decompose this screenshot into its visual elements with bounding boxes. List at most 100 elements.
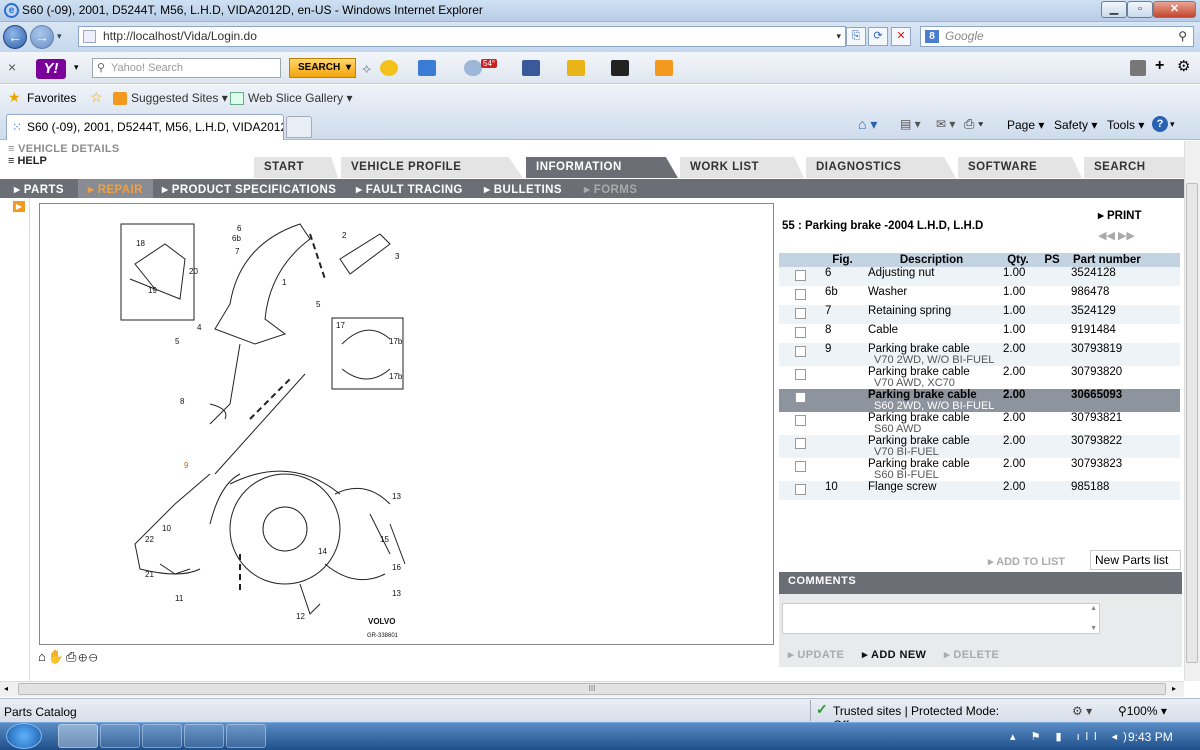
row-checkbox[interactable] (794, 369, 806, 380)
maximize-button[interactable]: ▫ (1127, 1, 1153, 18)
scroll-left-icon[interactable]: ◂ (4, 684, 8, 693)
read-mail-icon[interactable]: ✉ ▾ (936, 117, 955, 131)
row-checkbox[interactable] (794, 415, 806, 426)
row-checkbox[interactable] (794, 438, 806, 449)
facebook-icon[interactable] (522, 60, 540, 76)
stop-icon[interactable]: ✕ (891, 27, 911, 46)
print-diagram-icon[interactable]: ⎙ (66, 649, 78, 664)
table-row[interactable]: 6 Adjusting nut 1.00 3524128 (779, 267, 1180, 286)
toolbar-close-icon[interactable]: × (8, 59, 16, 75)
taskbar-chrome-icon[interactable] (184, 724, 224, 748)
mail-icon[interactable] (418, 60, 436, 76)
table-row[interactable]: Parking brake cable S60 BI-FUEL 2.00 307938… (779, 458, 1180, 481)
back-button[interactable]: ← (3, 25, 27, 49)
comments-scroll-down-icon[interactable]: ▼ (1090, 625, 1097, 632)
subtab-fault-tracing[interactable]: FAULT TRACING (356, 182, 463, 196)
help-dropdown-icon[interactable]: ▾ (1170, 119, 1175, 130)
help-link[interactable]: ≡ HELP (8, 155, 47, 167)
table-row[interactable]: 9 Parking brake cable V70 2WD, W/O BI-FUEL… (779, 343, 1180, 366)
yahoo-search-dropdown-icon[interactable]: ▾ (346, 59, 351, 77)
table-row[interactable]: 8 Cable 1.00 9191484 (779, 324, 1180, 343)
zoom-level[interactable]: ⚲100% ▾ (1118, 704, 1167, 718)
table-row[interactable]: 6b Washer 1.00 986478 (779, 286, 1180, 305)
puzzle-icon[interactable] (655, 60, 673, 76)
forward-button[interactable]: → (30, 25, 54, 49)
ebay-icon[interactable] (611, 60, 629, 76)
horizontal-scroll-thumb[interactable]: III (18, 683, 1166, 695)
add-icon[interactable]: + (1155, 57, 1164, 75)
start-button[interactable] (6, 723, 42, 749)
row-checkbox[interactable] (794, 346, 806, 357)
vertical-scroll-thumb[interactable] (1186, 183, 1198, 663)
weather-icon[interactable] (464, 60, 482, 76)
table-row[interactable]: 7 Retaining spring 1.00 3524129 (779, 305, 1180, 324)
table-row[interactable]: Parking brake cable V70 AWD, XC70 2.00 3079… (779, 366, 1180, 389)
table-row[interactable]: Parking brake cable V70 BI-FUEL 2.00 307938… (779, 435, 1180, 458)
suggested-sites-link[interactable]: Suggested Sites ▾ (131, 91, 228, 105)
zoom-out-icon[interactable]: ⊖ (89, 649, 99, 664)
tools-menu[interactable]: Tools ▾ (1107, 118, 1144, 132)
smiley-icon[interactable] (380, 60, 398, 76)
row-checkbox[interactable] (794, 270, 806, 281)
photos-icon[interactable] (567, 60, 585, 76)
delete-button[interactable]: DELETE (944, 648, 999, 661)
home-view-icon[interactable]: ⌂ (38, 649, 48, 664)
table-row[interactable]: Parking brake cable S60 2WD, W/O BI-FUEL 2… (779, 389, 1180, 412)
tab-start[interactable]: START (254, 157, 338, 178)
row-checkbox[interactable] (794, 327, 806, 338)
print-icon[interactable]: ⎙ ▾ (964, 116, 983, 132)
home-icon[interactable]: ⌂ ▾ (858, 116, 877, 133)
feeds-icon[interactable]: ▤ ▾ (900, 117, 921, 131)
search-magnifier-icon[interactable]: ⚲ (1178, 27, 1187, 46)
taskbar-explorer-icon[interactable] (100, 724, 140, 748)
web-slice-gallery-link[interactable]: Web Slice Gallery ▾ (248, 91, 353, 105)
settings-gear-icon[interactable]: ⚙ (1177, 57, 1190, 75)
tab-diagnostics[interactable]: DIAGNOSTICS (806, 157, 956, 178)
row-checkbox[interactable] (794, 308, 806, 319)
scroll-right-icon[interactable]: ▸ (1172, 684, 1176, 693)
table-row[interactable]: 10 Flange screw 2.00 985188 (779, 481, 1180, 500)
recent-pages-dropdown-icon[interactable]: ▾ (57, 31, 62, 42)
add-favorite-icon[interactable]: ☆ (90, 89, 103, 106)
row-checkbox[interactable] (794, 392, 806, 403)
zoom-in-icon[interactable]: ⊕ (78, 649, 88, 664)
update-button[interactable]: UPDATE (788, 648, 844, 661)
tab-work-list[interactable]: WORK LIST (680, 157, 804, 178)
page-menu[interactable]: Page ▾ (1007, 118, 1044, 132)
comments-scroll-up-icon[interactable]: ▲ (1090, 605, 1097, 612)
yahoo-search-button[interactable]: SEARCH ▾ (289, 58, 356, 78)
subtab-bulletins[interactable]: BULLETINS (484, 182, 562, 196)
table-row[interactable]: Parking brake cable S60 AWD 2.00 30793821 (779, 412, 1180, 435)
security-zone[interactable]: ✓ Trusted sites | Protected Mode: Off (810, 700, 1010, 732)
subtab-forms[interactable]: FORMS (584, 182, 637, 196)
add-to-list-button[interactable]: ▸ ADD TO LIST (988, 555, 1065, 568)
yahoo-search-input[interactable]: ⚲ Yahoo! Search (92, 58, 281, 78)
vehicle-details-link[interactable]: ≡ VEHICLE DETAILS (8, 143, 120, 155)
subtab-repair[interactable]: REPAIR (78, 179, 153, 198)
protected-mode-icon[interactable]: ⚙ ▾ (1072, 704, 1092, 718)
pan-hand-icon[interactable]: ✋ (48, 649, 66, 664)
tab-software[interactable]: SOFTWARE (958, 157, 1082, 178)
taskbar-ie-icon[interactable] (58, 724, 98, 748)
subtab-parts[interactable]: PARTS (14, 182, 64, 196)
browser-tab[interactable]: ⁙ S60 (-09), 2001, D5244T, M56, L.H.D, V… (6, 114, 284, 140)
search-input[interactable]: 8 Google ⚲ (920, 26, 1194, 47)
help-icon[interactable]: ? (1152, 116, 1168, 132)
taskbar-media-player-icon[interactable] (142, 724, 182, 748)
tab-vehicle-profile[interactable]: VEHICLE PROFILE (341, 157, 523, 178)
pager-arrows[interactable]: ◀◀ ▶▶ (1098, 229, 1135, 242)
parts-list-select[interactable]: New Parts list (1090, 550, 1181, 570)
close-button[interactable]: ✕ (1153, 1, 1196, 18)
print-link[interactable]: ▸ PRINT (1098, 208, 1141, 222)
tab-information[interactable]: INFORMATION (526, 157, 678, 178)
tab-search[interactable]: SEARCH (1084, 157, 1184, 178)
url-dropdown-icon[interactable]: ▾ (836, 27, 841, 46)
yahoo-logo-icon[interactable]: Y! (36, 59, 66, 79)
add-new-button[interactable]: ADD NEW (862, 648, 926, 661)
yahoo-menu-dropdown-icon[interactable]: ▾ (74, 62, 79, 73)
taskbar-app-icon[interactable] (226, 724, 266, 748)
minimize-button[interactable]: ▁ (1101, 1, 1127, 18)
new-tab-button[interactable] (286, 116, 312, 138)
row-checkbox[interactable] (794, 461, 806, 472)
safety-menu[interactable]: Safety ▾ (1054, 118, 1097, 132)
